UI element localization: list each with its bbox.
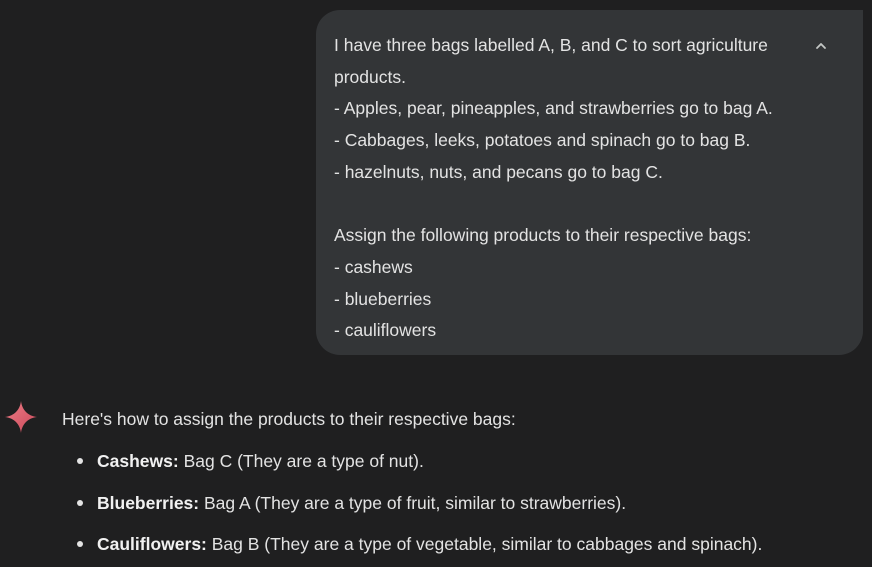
- bullet-point: [77, 499, 83, 506]
- item-term: Cauliflowers:: [97, 534, 207, 554]
- item-text: Bag A (They are a type of fruit, similar…: [199, 492, 627, 513]
- user-prompt-line: products.: [334, 66, 406, 87]
- item-text: Bag C (They are a type of nut).: [178, 451, 424, 471]
- user-prompt-text: I have three bags labelled A, B, and C t…: [334, 30, 863, 347]
- bullet-point: [77, 541, 83, 547]
- user-prompt-line: - cashews: [334, 256, 413, 277]
- user-prompt-bubble: I have three bags labelled A, B, and C t…: [316, 10, 863, 355]
- bullet-point: [77, 458, 83, 464]
- user-prompt-line: I have three bags labelled A, B, and C t…: [334, 35, 768, 55]
- list-item: Cauliflowers: Bag B (They are a type of …: [62, 530, 862, 558]
- list-item: Cashews: Bag C (They are a type of nut).: [62, 447, 862, 475]
- model-response: Here's how to assign the products to the…: [62, 405, 862, 567]
- user-prompt-line: - Cabbages, leeks, potatoes and spinach …: [334, 130, 751, 151]
- chevron-up-icon: [816, 43, 826, 49]
- item-term: Cashews:: [97, 451, 179, 471]
- gemini-sparkle-icon: [5, 401, 37, 433]
- user-prompt-line: - blueberries: [334, 288, 432, 309]
- user-prompt-line: - cauliflowers: [334, 320, 437, 341]
- response-intro: Here's how to assign the products to the…: [62, 409, 516, 429]
- response-list: Cashews: Bag C (They are a type of nut).…: [62, 447, 862, 558]
- user-prompt-line: - hazelnuts, nuts, and pecans go to bag …: [334, 161, 663, 182]
- chat-page: I have three bags labelled A, B, and C t…: [0, 0, 872, 567]
- collapse-prompt-button[interactable]: [809, 34, 833, 58]
- user-prompt-line: - Apples, pear, pineapples, and strawber…: [334, 98, 773, 119]
- list-item: Blueberries: Bag A (They are a type of f…: [62, 489, 862, 517]
- user-prompt-line: [334, 188, 863, 220]
- user-prompt-line: Assign the following products to their r…: [334, 225, 752, 246]
- item-term: Blueberries:: [97, 492, 200, 513]
- item-text: Bag B (They are a type of vegetable, sim…: [206, 534, 763, 554]
